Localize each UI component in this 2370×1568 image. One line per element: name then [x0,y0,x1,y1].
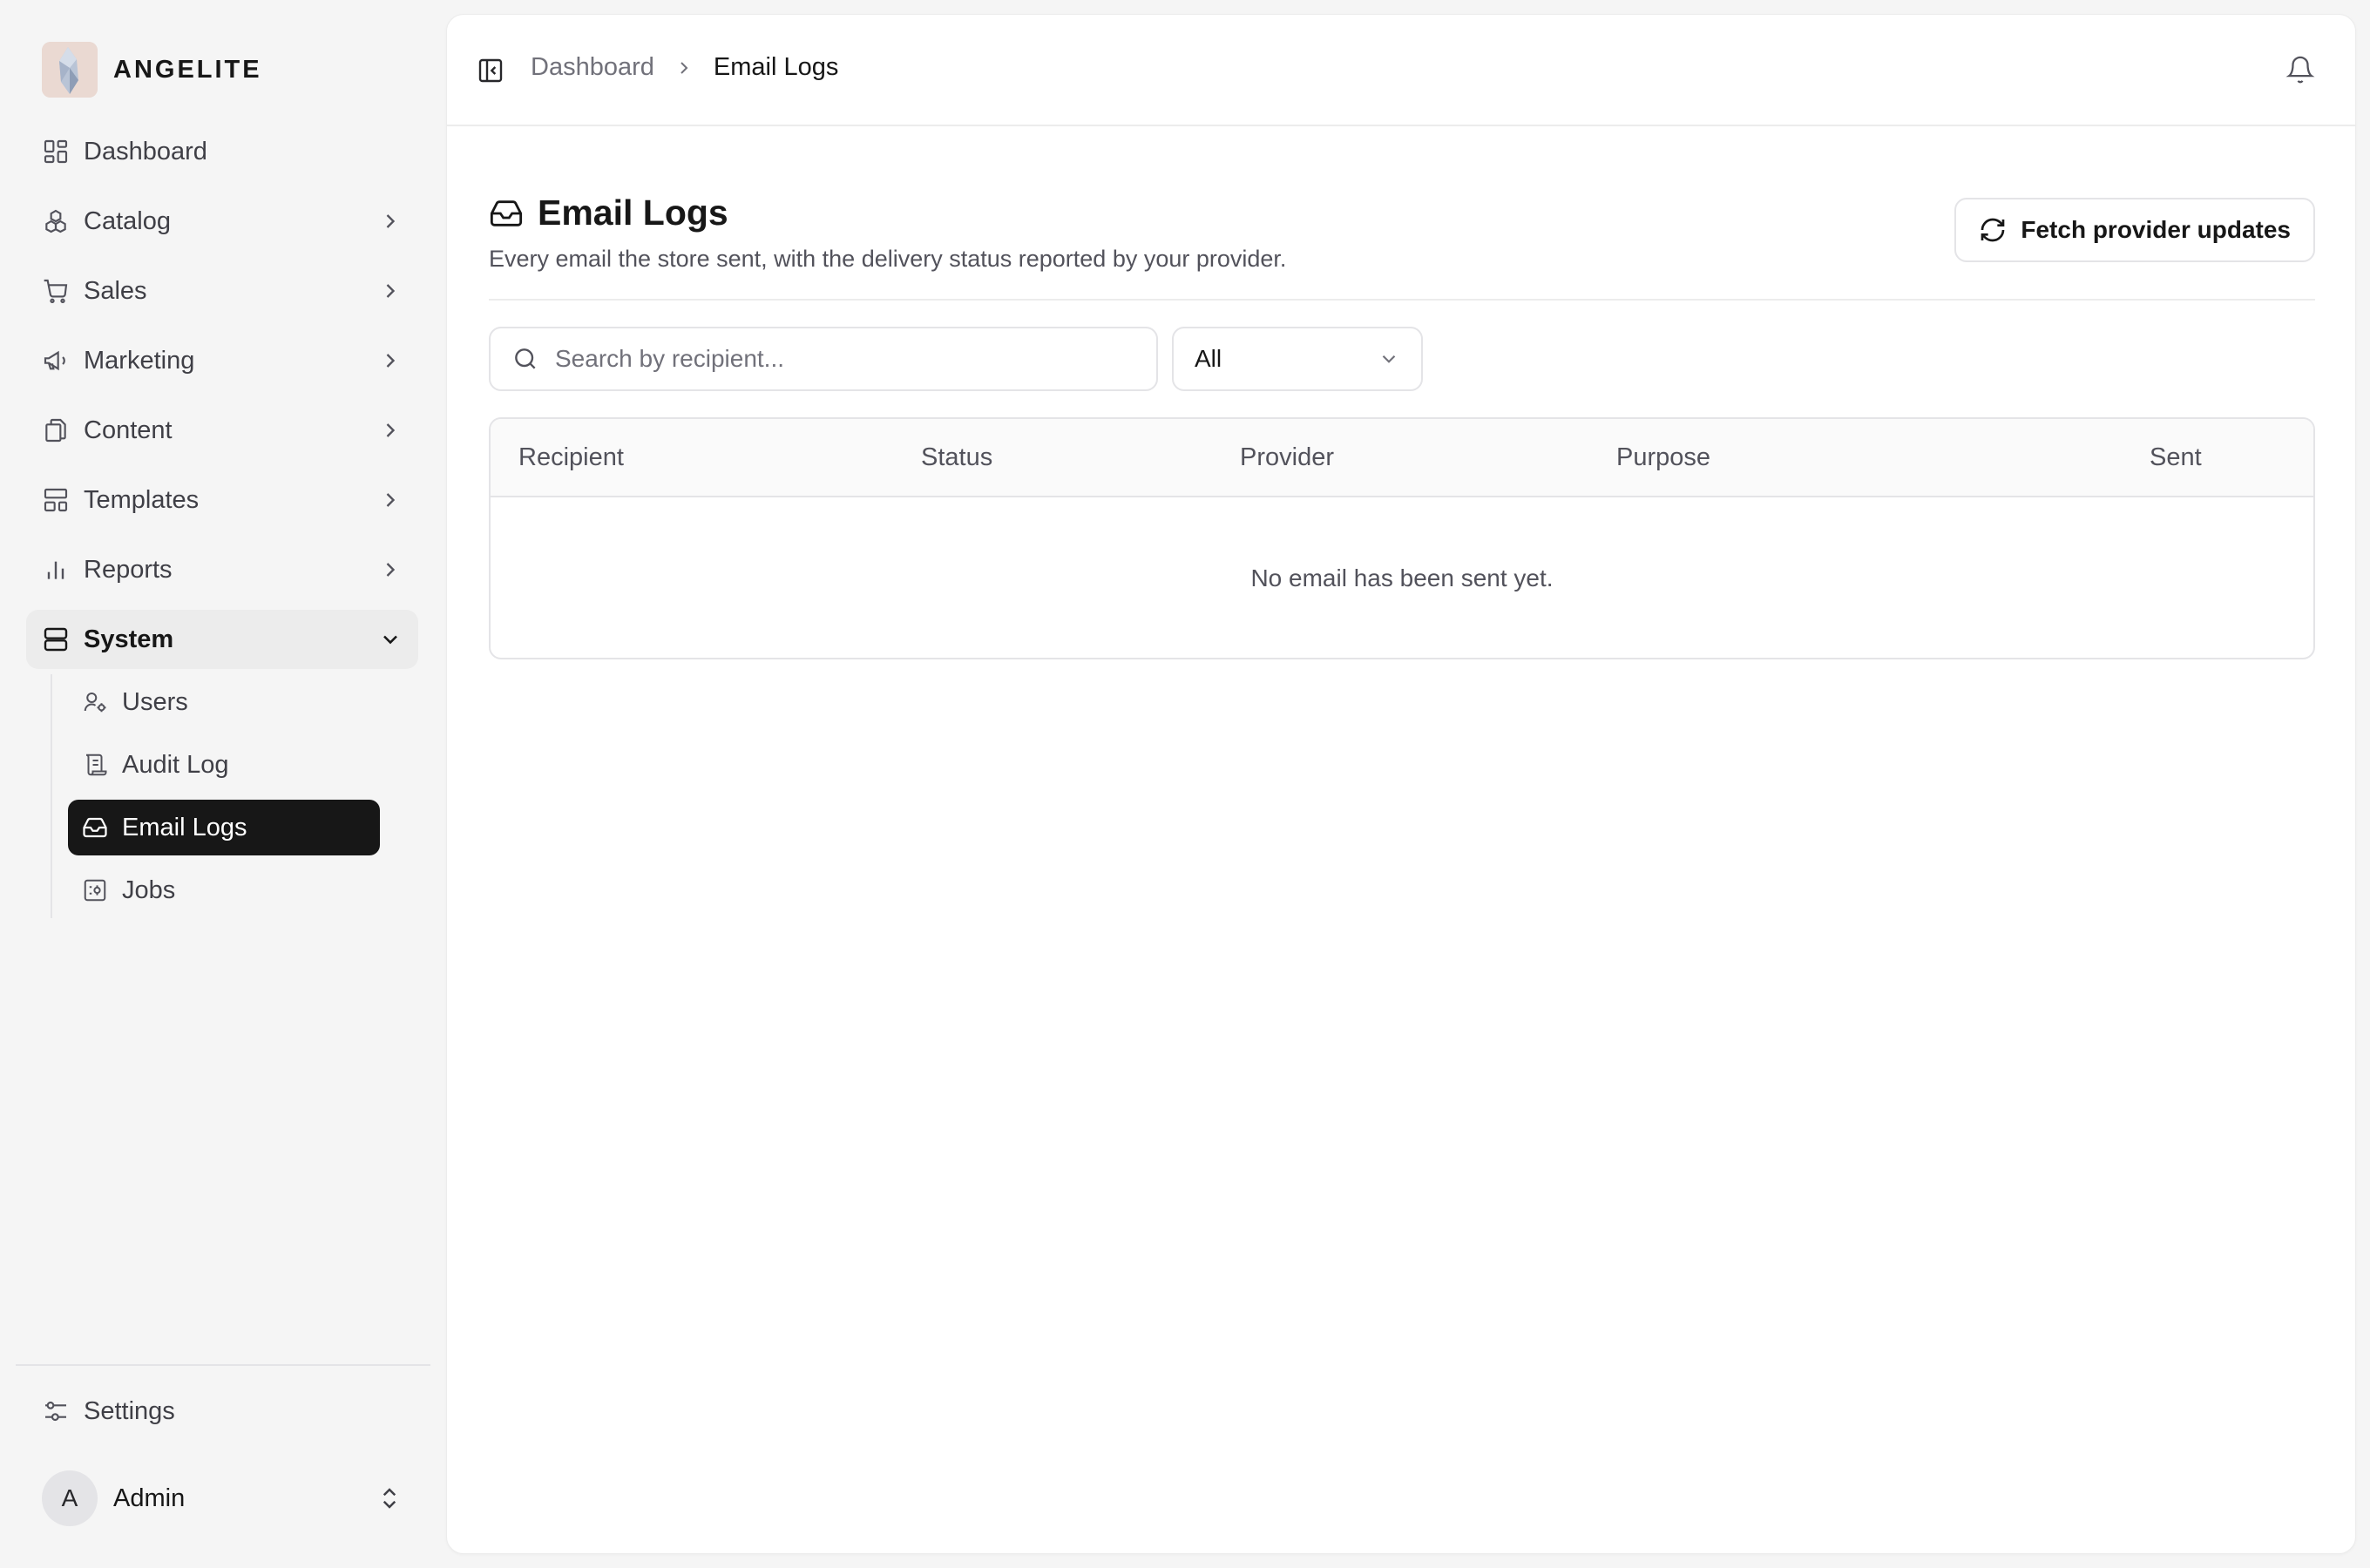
chevron-right-icon [378,209,403,233]
chevron-right-icon [378,418,403,443]
brand-name: ANGELITE [113,55,262,84]
sidebar-item-system[interactable]: System [26,610,418,669]
column-header-purpose[interactable]: Purpose [1616,443,1710,472]
server-icon [42,625,70,653]
sidebar-item-label: System [84,625,174,653]
chevron-right-icon [378,348,403,373]
files-icon [42,416,70,444]
sidebar-item-marketing[interactable]: Marketing [26,331,418,390]
column-header-recipient[interactable]: Recipient [518,443,624,472]
refresh-icon [1979,216,2007,244]
user-menu[interactable]: A Admin [26,1467,418,1530]
status-filter-select[interactable]: All [1172,327,1423,391]
chevron-down-icon [1378,348,1400,370]
sidebar-toggle-icon[interactable] [477,57,504,84]
scroll-icon [82,752,108,778]
templates-icon [42,486,70,514]
brand[interactable]: ANGELITE [42,42,262,98]
fetch-provider-updates-button[interactable]: Fetch provider updates [1954,198,2315,262]
search-input[interactable] [555,345,1135,373]
page-title: Email Logs [538,193,728,233]
chevron-right-icon [378,488,403,512]
table-header: Recipient Status Provider Purpose Sent [491,419,2313,497]
sidebar-item-settings[interactable]: Settings [26,1382,418,1441]
sidebar-item-label: Catalog [84,206,171,235]
sidebar-item-label: Jobs [122,875,176,904]
catalog-icon [42,207,70,235]
cart-icon [42,277,70,305]
jobs-icon [82,877,108,903]
search-icon [511,345,539,373]
column-header-status[interactable]: Status [921,443,992,472]
avatar: A [42,1470,98,1526]
users-icon [82,689,108,715]
sidebar-item-email-logs[interactable]: Email Logs [68,800,380,855]
sidebar: ANGELITE Dashboard Catalog Sales Marketi… [0,0,444,1568]
chevrons-up-down-icon [376,1485,403,1511]
sidebar-item-label: Users [122,687,188,716]
bar-chart-icon [42,556,70,584]
sidebar-item-dashboard[interactable]: Dashboard [26,122,418,181]
chevron-right-icon [674,57,694,78]
breadcrumb-current: Email Logs [713,53,839,81]
sidebar-item-label: Sales [84,276,147,305]
inbox-icon [82,814,108,841]
breadcrumb: Dashboard Email Logs [531,53,838,82]
sidebar-item-reports[interactable]: Reports [26,540,418,599]
search-field[interactable] [489,327,1158,391]
sidebar-divider [16,1364,430,1366]
sidebar-item-label: Audit Log [122,750,229,779]
inbox-icon [489,196,524,231]
sidebar-nav: Dashboard Catalog Sales Marketing Conten… [26,122,418,925]
megaphone-icon [42,347,70,375]
system-subnav: Users Audit Log Email Logs Jobs [51,674,418,918]
dashboard-icon [42,138,70,166]
empty-state-message: No email has been sent yet. [1250,564,1554,591]
top-bar: Dashboard Email Logs [447,15,2355,126]
fetch-button-label: Fetch provider updates [2021,216,2291,243]
sidebar-item-label: Email Logs [122,813,247,841]
sidebar-item-label: Content [84,416,173,444]
filters-bar: All [489,327,1423,391]
sidebar-item-audit-log[interactable]: Audit Log [68,737,380,793]
chevron-right-icon [378,558,403,582]
user-name: Admin [113,1484,186,1512]
chevron-down-icon [378,627,403,652]
sidebar-item-label: Templates [84,485,200,514]
sidebar-item-catalog[interactable]: Catalog [26,192,418,251]
sliders-icon [42,1397,70,1425]
column-header-sent[interactable]: Sent [2150,443,2202,472]
breadcrumb-dashboard-link[interactable]: Dashboard [531,53,654,82]
sidebar-item-label: Reports [84,555,173,584]
email-logs-table: Recipient Status Provider Purpose Sent N… [489,417,2315,659]
sidebar-item-content[interactable]: Content [26,401,418,460]
sidebar-item-label: Dashboard [84,137,207,166]
sidebar-item-users[interactable]: Users [68,674,380,730]
status-filter-value: All [1195,345,1222,372]
sidebar-item-templates[interactable]: Templates [26,470,418,530]
column-header-provider[interactable]: Provider [1240,443,1334,472]
sidebar-item-sales[interactable]: Sales [26,261,418,321]
sidebar-item-jobs[interactable]: Jobs [68,862,380,918]
brand-logo [42,42,98,98]
bell-icon[interactable] [2285,55,2315,84]
sidebar-item-label: Settings [84,1396,175,1425]
sidebar-item-label: Marketing [84,346,195,375]
main-panel: Dashboard Email Logs Email Logs Every em… [446,14,2356,1554]
chevron-right-icon [378,279,403,303]
page-header: Email Logs Every email the store sent, w… [489,193,2315,301]
